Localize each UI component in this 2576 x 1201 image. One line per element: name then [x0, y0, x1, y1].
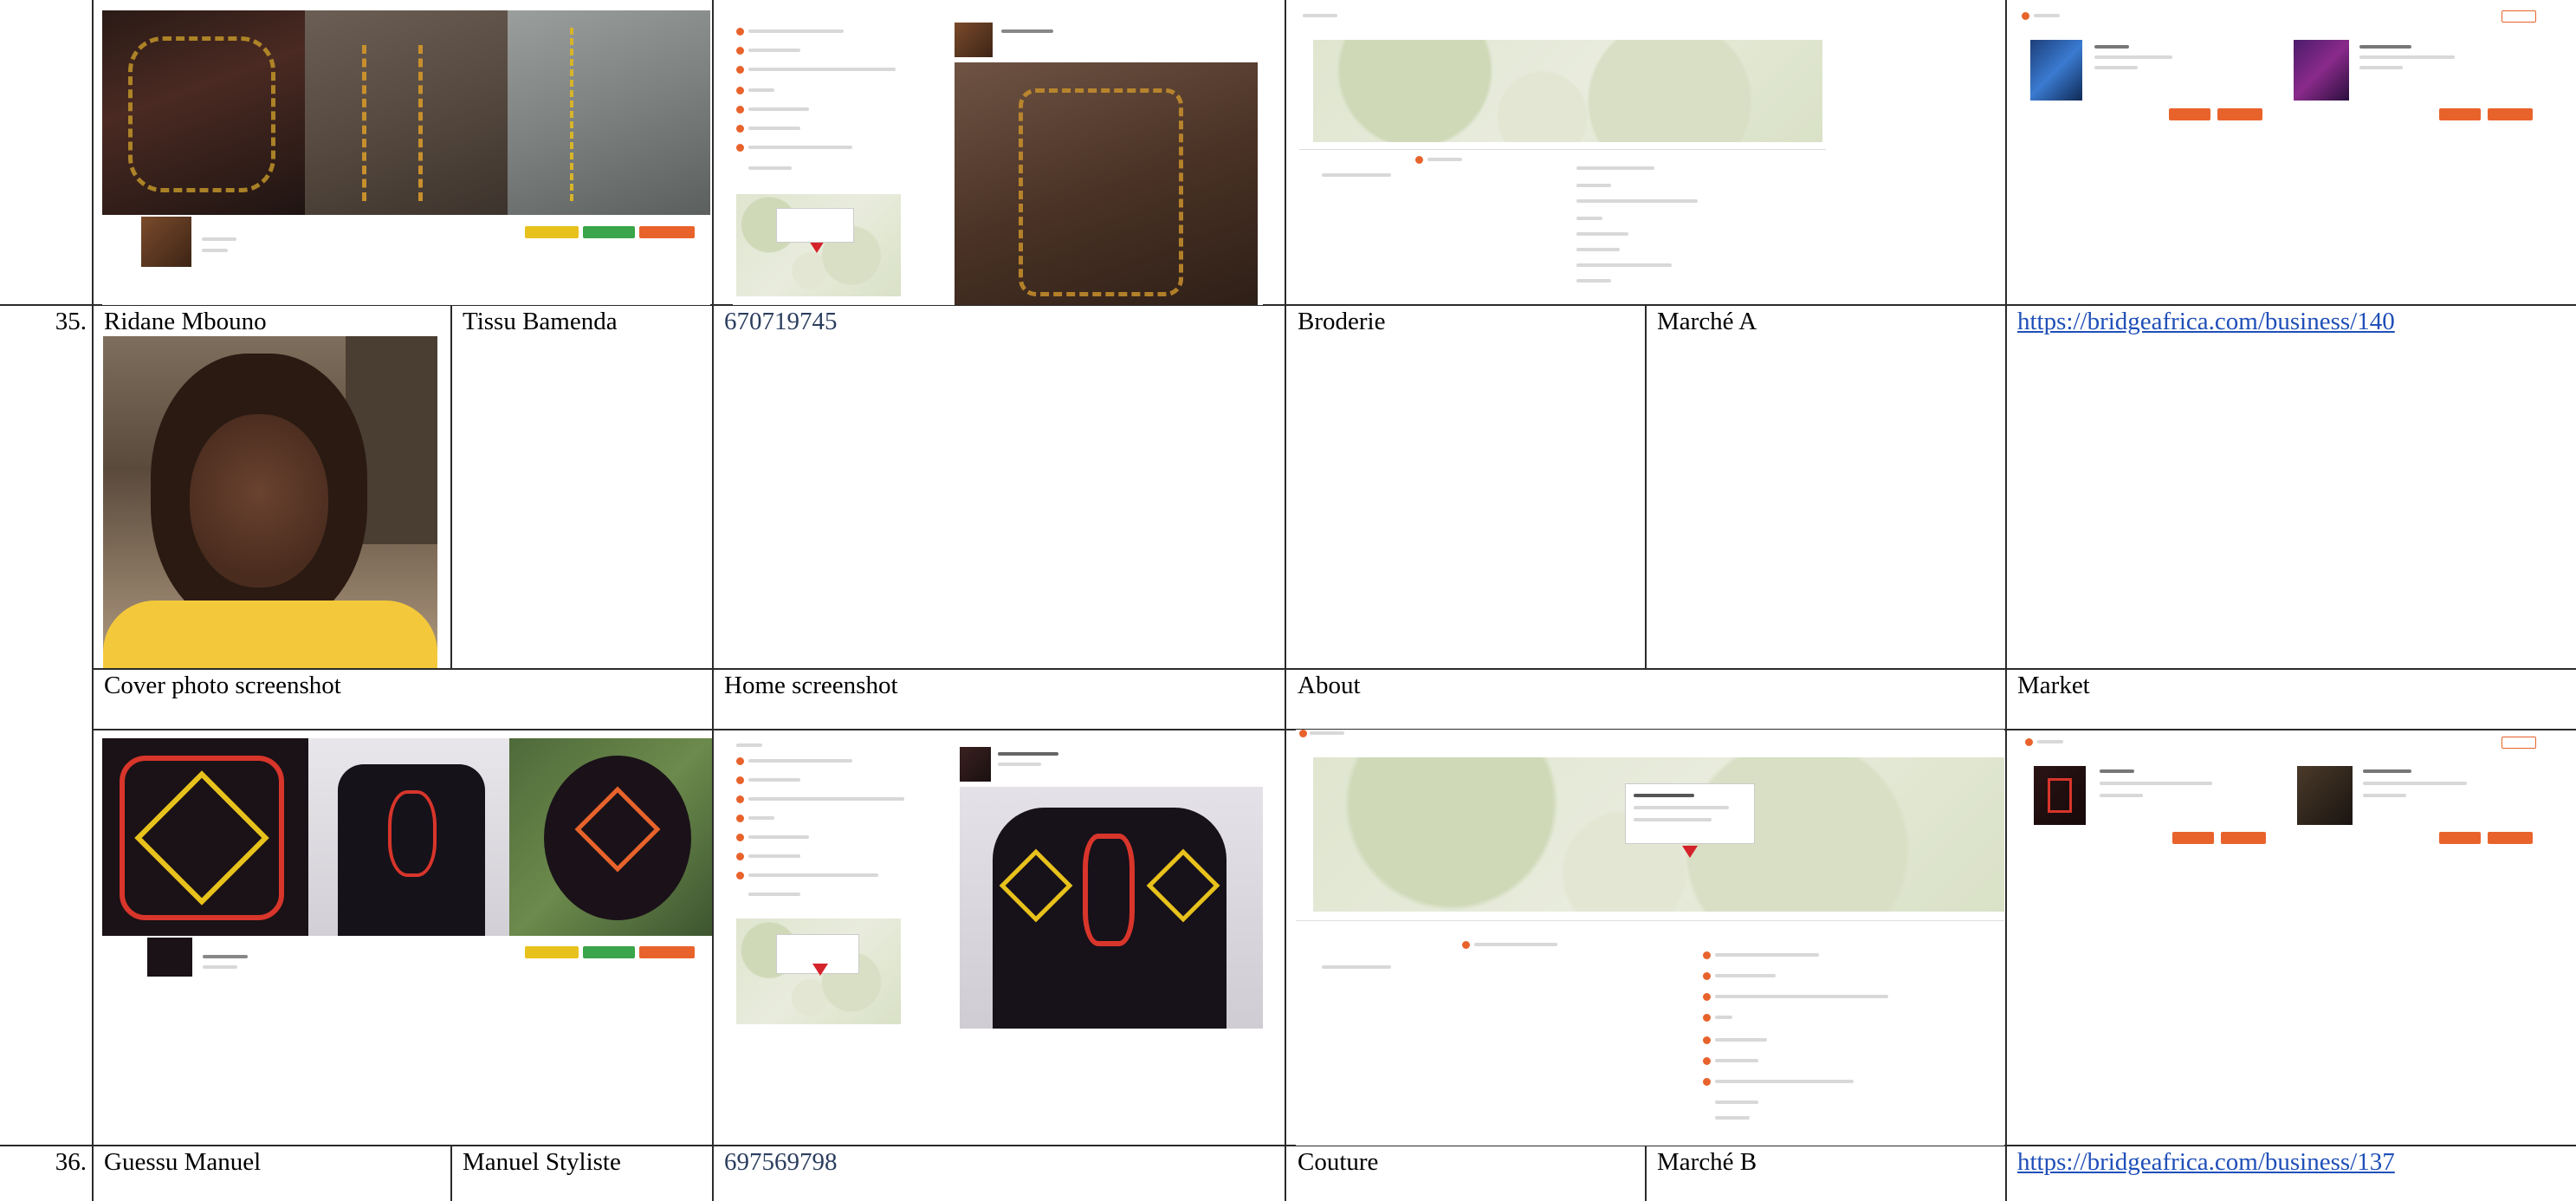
cover-photo-screenshot — [102, 738, 712, 977]
column-divider — [1645, 304, 1647, 669]
column-divider — [1285, 0, 1286, 1201]
cover-photo-label: Cover photo screenshot — [104, 672, 341, 699]
column-divider — [2005, 0, 2007, 1201]
home-screenshot-label: Home screenshot — [724, 672, 898, 699]
column-divider — [712, 0, 714, 1201]
market-name: Marché B — [1657, 1148, 1757, 1176]
owner-name: Guessu Manuel — [104, 1148, 262, 1176]
column-divider — [92, 0, 94, 1201]
phone-number: 697569798 — [724, 1148, 838, 1176]
profile-link[interactable]: https://bridgeafrica.com/business/137 — [2017, 1147, 2395, 1177]
cover-photo-screenshot-prev — [102, 10, 710, 305]
business-name: Tissu Bamenda — [463, 308, 618, 335]
owner-photo — [103, 336, 437, 668]
market-name: Marché A — [1657, 308, 1757, 335]
home-screenshot — [733, 738, 1263, 1029]
profile-link[interactable]: https://bridgeafrica.com/business/140 — [2017, 307, 2395, 336]
row-divider — [93, 668, 2576, 670]
column-divider — [450, 304, 452, 669]
about-label: About — [1298, 672, 1361, 699]
business-category: Broderie — [1298, 308, 1386, 335]
market-screenshot — [2016, 735, 2553, 865]
market-screenshot-prev — [2016, 10, 2553, 140]
business-category: Couture — [1298, 1148, 1379, 1176]
market-label: Market — [2017, 672, 2090, 699]
business-name: Manuel Styliste — [463, 1148, 621, 1176]
home-screenshot-prev — [733, 10, 1263, 305]
about-screenshot-prev — [1299, 10, 1829, 288]
column-divider — [450, 1145, 452, 1201]
phone-number: 670719745 — [724, 308, 838, 335]
owner-name: Ridane Mbouno — [104, 308, 267, 335]
row-number: 35. — [55, 308, 87, 335]
row-divider — [0, 1145, 2576, 1146]
about-screenshot — [1296, 730, 2004, 1146]
column-divider — [1645, 1145, 1647, 1201]
row-number: 36. — [55, 1148, 87, 1176]
